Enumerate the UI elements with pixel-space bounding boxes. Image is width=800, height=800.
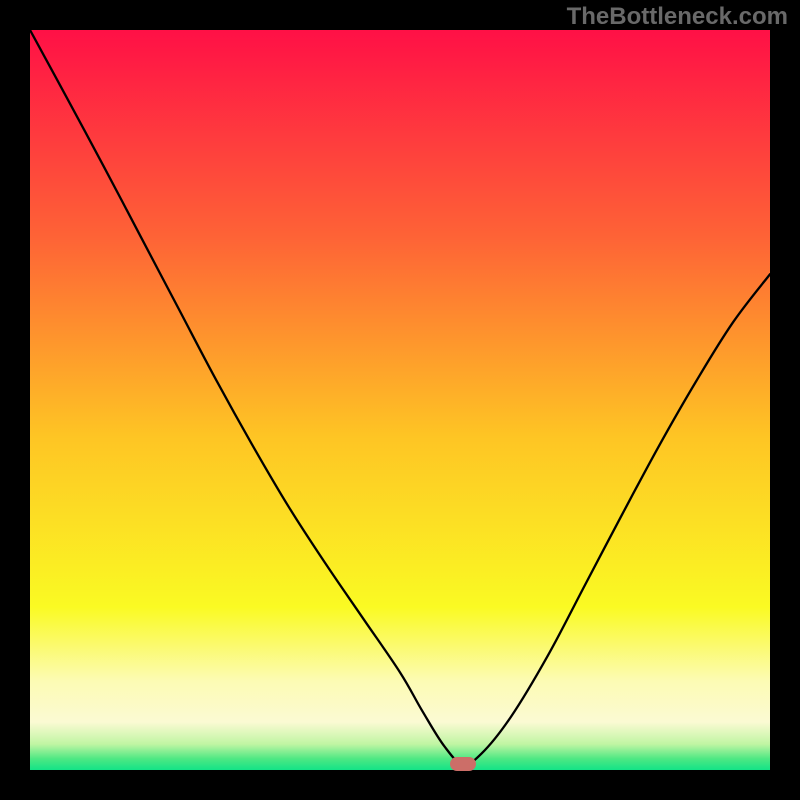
optimal-marker (450, 757, 476, 771)
watermark-text: TheBottleneck.com (567, 3, 788, 31)
chart-frame: TheBottleneck.com (0, 0, 800, 800)
gradient-background (30, 30, 770, 770)
plot-svg (30, 30, 770, 770)
